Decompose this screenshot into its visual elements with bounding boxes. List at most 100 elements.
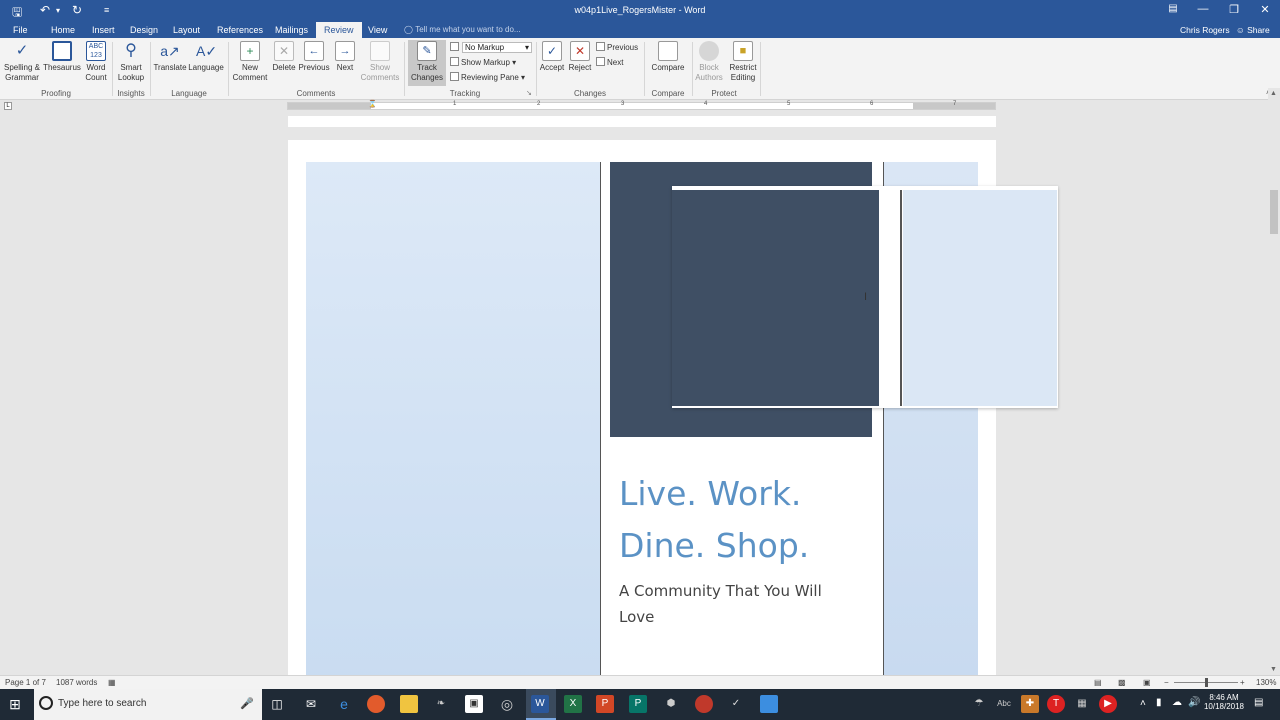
tell-me-box[interactable]: ◯ Tell me what you want to do... <box>404 22 521 38</box>
reviewing-pane-button[interactable]: Reviewing Pane ▾ <box>450 72 525 84</box>
headline-line-2: Dine. Shop. <box>619 526 810 565</box>
show-markup-button[interactable]: Show Markup ▾ <box>450 57 516 69</box>
tab-design[interactable]: Design <box>126 22 162 38</box>
markup-select[interactable]: No Markup ▾ <box>462 42 532 53</box>
previous-comment-button[interactable]: ← Previous <box>298 41 330 73</box>
next-change-button[interactable]: Next <box>596 57 623 69</box>
firefox-icon[interactable] <box>367 695 385 713</box>
close-icon[interactable]: ✕ <box>1250 3 1280 16</box>
t-app-icon[interactable]: T <box>1047 695 1065 713</box>
smart-lookup-button[interactable]: ⚲ Smart Lookup <box>116 41 146 83</box>
store-icon[interactable]: ▣ <box>465 695 483 713</box>
document-area[interactable]: Live. Work. Dine. Shop. A Community That… <box>0 111 1268 682</box>
subheadline[interactable]: A Community That You Will Love <box>619 578 859 630</box>
scrollbar-thumb[interactable] <box>1270 190 1278 234</box>
zoom-out-icon[interactable]: − <box>1164 678 1169 687</box>
horizontal-ruler[interactable]: 1 2 3 4 5 6 7 ⌛ <box>287 100 996 110</box>
tab-review[interactable]: Review <box>316 22 362 38</box>
left-light-panel <box>306 162 600 682</box>
tab-mailings[interactable]: Mailings <box>271 22 312 38</box>
tab-insert[interactable]: Insert <box>88 22 119 38</box>
word-count-button[interactable]: ABC 123 Word Count <box>83 41 109 83</box>
chrome-icon[interactable]: ◎ <box>498 695 516 713</box>
tell-me-placeholder: Tell me what you want to do... <box>415 25 521 34</box>
clock[interactable]: 8:46 AM 10/18/2018 <box>1200 693 1248 711</box>
vertical-scrollbar[interactable]: ▲ ▼ <box>1268 88 1280 675</box>
battery-icon[interactable]: ▮ <box>1156 697 1162 708</box>
volume-icon[interactable]: 🔊 <box>1188 697 1200 708</box>
user-name[interactable]: Chris Rogers <box>1180 22 1230 38</box>
edge-icon[interactable]: e <box>335 695 353 713</box>
tab-selector-icon[interactable]: L <box>4 102 12 110</box>
red-app-icon[interactable] <box>695 695 713 713</box>
indent-marker-icon[interactable]: ⌛ <box>368 100 377 108</box>
ribbon-display-options-icon[interactable]: ▤ <box>1158 3 1188 14</box>
youtube-tray-icon[interactable]: ▶ <box>1099 695 1117 713</box>
zoom-slider-handle[interactable] <box>1205 678 1208 687</box>
print-layout-icon[interactable]: ▩ <box>1118 678 1126 687</box>
share-button[interactable]: ☺ Share <box>1236 22 1270 38</box>
delete-comment-button[interactable]: ✕ Delete <box>270 41 298 73</box>
group-proofing: Proofing <box>41 89 71 98</box>
task-view-icon[interactable]: ◫ <box>268 695 286 713</box>
display-for-review[interactable] <box>450 42 461 54</box>
block-authors-button[interactable]: Block Authors <box>693 41 725 83</box>
zoom-level[interactable]: 130% <box>1256 678 1276 687</box>
snipping-tool-icon[interactable]: ✓ <box>727 695 745 713</box>
publisher-app-icon[interactable]: P <box>629 695 647 713</box>
proofing-status-icon[interactable]: ▦ <box>108 678 116 687</box>
new-comment-label-2: Comment <box>232 73 268 82</box>
notifications-icon[interactable]: ▤ <box>1254 697 1263 708</box>
tab-layout[interactable]: Layout <box>169 22 204 38</box>
accept-button[interactable]: ✓ Accept <box>538 41 566 73</box>
spellcheck-tray-icon[interactable]: Abc <box>995 695 1013 713</box>
excel-app-icon[interactable]: X <box>564 695 582 713</box>
scroll-up-icon[interactable]: ▲ <box>1270 90 1277 97</box>
group-changes: Changes <box>573 89 607 98</box>
translate-button[interactable]: a↗ Translate <box>152 41 188 73</box>
spelling-grammar-button[interactable]: ✓ Spelling & Grammar <box>3 41 41 83</box>
previous-change-button[interactable]: Previous <box>596 42 638 54</box>
zoom-in-icon[interactable]: + <box>1240 678 1245 687</box>
next-comment-button[interactable]: → Next <box>331 41 359 73</box>
headline[interactable]: Live. Work. Dine. Shop. <box>619 468 879 572</box>
scroll-down-icon[interactable]: ▼ <box>1270 666 1277 673</box>
translate-icon: a↗ <box>160 43 180 59</box>
shield-icon[interactable]: ☂ <box>970 695 988 713</box>
taskbar-search-box[interactable]: Type here to search 🎤 <box>34 689 262 720</box>
network-icon[interactable]: ☁ <box>1172 697 1182 708</box>
reject-button[interactable]: ✕ Reject <box>567 41 593 73</box>
tray-tool-icon[interactable]: ▦ <box>1073 695 1091 713</box>
tab-home[interactable]: Home <box>47 22 79 38</box>
hexagon-app-icon[interactable]: ⬢ <box>662 695 680 713</box>
spelling-label-2: Grammar <box>5 73 39 82</box>
show-comments-button[interactable]: Show Comments <box>360 41 400 83</box>
mail-icon[interactable]: ✉ <box>302 695 320 713</box>
tracking-dialog-launcher-icon[interactable]: ↘ <box>526 89 532 97</box>
restore-icon[interactable]: ❐ <box>1219 3 1249 16</box>
microphone-icon[interactable]: 🎤 <box>240 697 254 710</box>
tab-file[interactable]: File <box>9 22 32 38</box>
page-count[interactable]: Page 1 of 7 <box>5 678 46 687</box>
powerpoint-app-icon[interactable]: P <box>596 695 614 713</box>
thesaurus-button[interactable]: Thesaurus <box>43 41 81 73</box>
restrict-editing-button[interactable]: ■ Restrict Editing <box>726 41 760 83</box>
language-button[interactable]: A✓ Language <box>187 41 225 73</box>
tray-app-icon[interactable]: ✚ <box>1021 695 1039 713</box>
read-mode-icon[interactable]: ▤ <box>1094 678 1102 687</box>
windows-start-icon[interactable]: ⊞ <box>6 695 24 713</box>
compare-button[interactable]: Compare <box>648 41 688 73</box>
track-changes-button[interactable]: ✎ Track Changes <box>408 41 446 83</box>
new-comment-button[interactable]: + New Comment <box>231 41 269 83</box>
screen-recorder-icon[interactable] <box>760 695 778 713</box>
word-count[interactable]: 1087 words <box>56 678 97 687</box>
web-layout-icon[interactable]: ▣ <box>1143 678 1151 687</box>
minimize-icon[interactable]: — <box>1188 3 1218 15</box>
file-explorer-icon[interactable] <box>400 695 418 713</box>
feather-app-icon[interactable]: ❧ <box>432 695 450 713</box>
subhead-line-2: Love <box>619 608 655 626</box>
word-app-icon[interactable]: W <box>531 695 549 713</box>
tab-references[interactable]: References <box>213 22 267 38</box>
tab-view[interactable]: View <box>364 22 391 38</box>
show-hidden-icons-icon[interactable]: ˄ <box>1140 698 1146 709</box>
